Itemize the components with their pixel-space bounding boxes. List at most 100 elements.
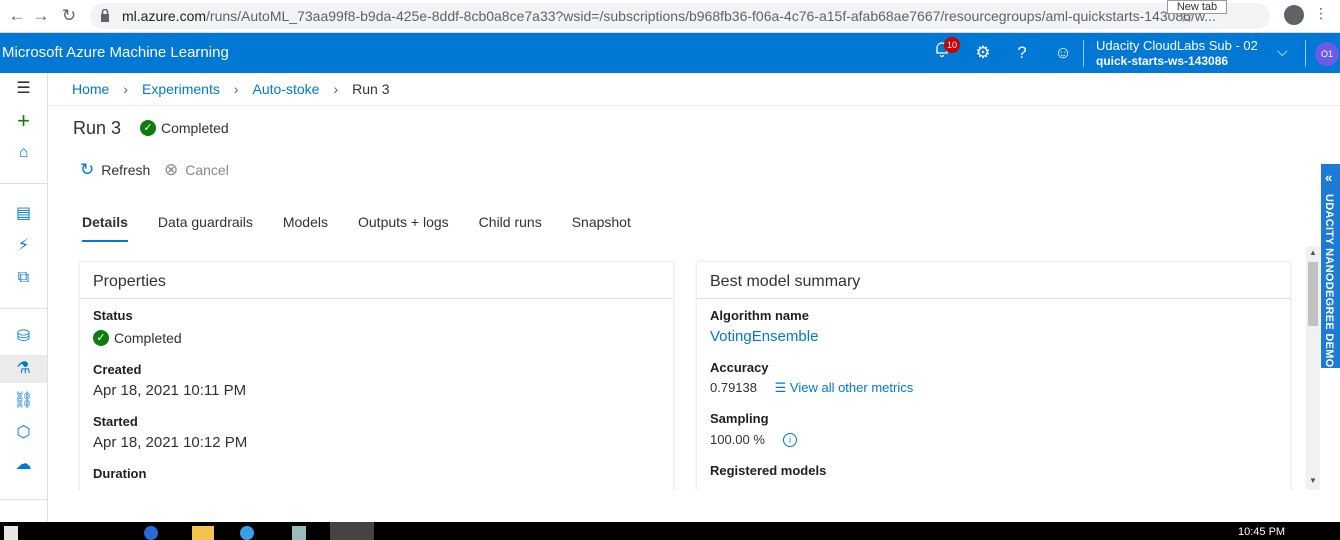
tab-details[interactable]: Details <box>82 214 128 242</box>
rail-divider <box>0 499 47 500</box>
cancel-label: Cancel <box>185 162 229 178</box>
new-tab-tooltip: New tab <box>1167 0 1227 14</box>
run-tabs: Details Data guardrails Models Outputs +… <box>82 214 661 242</box>
windows-start-icon[interactable] <box>4 526 18 540</box>
checkmark-icon: ✓ <box>93 330 109 346</box>
back-arrow-icon[interactable]: ← <box>6 5 28 27</box>
browser-toolbar: ← → ↻ ml.azure.com/runs/AutoML_73aa99f8-… <box>0 0 1340 33</box>
gear-icon[interactable]: ⚙ <box>971 41 995 65</box>
pipelines-icon[interactable]: ⛓ <box>0 387 47 415</box>
hamburger-menu-icon[interactable]: ☰ <box>0 75 47 103</box>
list-icon: ☰ <box>774 380 787 395</box>
endpoints-cloud-icon[interactable]: ☁ <box>0 451 47 479</box>
properties-card: Properties Status ✓ Completed Created Ap… <box>80 262 673 490</box>
breadcrumb: Home › Experiments › Auto-stoke › Run 3 <box>72 81 389 97</box>
view-metrics-link[interactable]: ☰ View all other metrics <box>775 380 914 395</box>
breadcrumb-divider <box>48 105 1340 106</box>
feedback-smiley-icon[interactable]: ☺ <box>1051 41 1075 65</box>
models-cube-icon[interactable]: ⬡ <box>0 419 47 447</box>
chevron-right-icon: › <box>233 81 239 97</box>
os-taskbar: 10:45 PM <box>0 522 1340 540</box>
automl-icon[interactable]: ⚡ <box>0 232 47 260</box>
created-label: Created <box>93 362 142 377</box>
duration-label: Duration <box>93 466 147 481</box>
left-nav-rail: ☰ + ⌂ ▤ ⚡ ⧉ ⛁ ⚗ ⛓ ⬡ ☁ <box>0 73 48 522</box>
status-value: ✓ Completed <box>93 330 182 346</box>
refresh-label: Refresh <box>101 162 151 178</box>
card-divider <box>697 298 1290 299</box>
udacity-badge-label: UDACITY NANODEGREE DEMO <box>1323 194 1335 368</box>
reload-icon[interactable]: ↻ <box>58 5 80 27</box>
rail-divider <box>0 308 47 309</box>
forward-arrow-icon[interactable]: → <box>30 5 52 27</box>
accuracy-value: 0.79138 <box>710 380 757 395</box>
tab-outputs-logs[interactable]: Outputs + logs <box>358 214 449 230</box>
double-chevron-left-icon: « <box>1325 170 1333 185</box>
address-bar[interactable]: ml.azure.com/runs/AutoML_73aa99f8-b9da-4… <box>90 3 1270 29</box>
scroll-down-icon[interactable]: ▼ <box>1309 476 1317 485</box>
scroll-up-icon[interactable]: ▲ <box>1309 248 1317 257</box>
sampling-row: 100.00 % i <box>710 432 797 447</box>
algorithm-link[interactable]: VotingEnsemble <box>710 328 818 345</box>
cancel-button[interactable]: ⊗ Cancel <box>164 160 229 180</box>
best-model-title: Best model summary <box>710 273 861 290</box>
app-icon[interactable] <box>240 526 254 540</box>
breadcrumb-experiment[interactable]: Auto-stoke <box>253 81 320 97</box>
help-icon[interactable]: ? <box>1010 41 1034 65</box>
card-divider <box>80 298 673 299</box>
account-workspace: quick-starts-ws-143086 <box>1096 54 1229 68</box>
notification-count-badge: 10 <box>944 37 960 53</box>
refresh-button[interactable]: ↻ Refresh <box>80 160 150 180</box>
file-explorer-icon[interactable] <box>192 526 214 540</box>
chevron-down-icon[interactable]: ⌵ <box>1277 43 1288 60</box>
breadcrumb-experiments[interactable]: Experiments <box>142 81 220 97</box>
account-subscription: Udacity CloudLabs Sub - 02 <box>1096 38 1258 53</box>
home-icon[interactable]: ⌂ <box>0 139 47 167</box>
status-badge: ✓ Completed <box>140 120 229 136</box>
accuracy-label: Accuracy <box>710 360 769 375</box>
experiments-flask-icon[interactable]: ⚗ <box>0 355 47 383</box>
notebook-icon[interactable]: ▤ <box>0 200 47 228</box>
app-icon[interactable] <box>292 526 306 540</box>
status-text: Completed <box>161 120 229 136</box>
best-model-card: Best model summary Algorithm name Voting… <box>697 262 1290 490</box>
account-switcher[interactable]: Udacity CloudLabs Sub - 02 quick-starts-… <box>1096 38 1258 68</box>
accuracy-row: 0.79138 ☰ View all other metrics <box>710 380 913 396</box>
cancel-icon: ⊗ <box>164 160 179 179</box>
started-value: Apr 18, 2021 10:12 PM <box>93 434 248 451</box>
header-divider <box>1305 40 1306 67</box>
sampling-value: 100.00 % <box>710 432 765 447</box>
sampling-label: Sampling <box>710 411 769 426</box>
status-label: Status <box>93 308 133 323</box>
designer-icon[interactable]: ⧉ <box>0 264 47 292</box>
plus-icon[interactable]: + <box>0 107 47 135</box>
udacity-side-badge[interactable]: « UDACITY NANODEGREE DEMO <box>1321 164 1340 368</box>
lock-icon <box>101 9 109 22</box>
tab-child-runs[interactable]: Child runs <box>479 214 542 230</box>
chrome-taskbar-icon[interactable] <box>330 522 374 540</box>
datasets-icon[interactable]: ⛁ <box>0 323 47 351</box>
breadcrumb-home[interactable]: Home <box>72 81 109 97</box>
avatar[interactable]: O1 <box>1315 42 1339 66</box>
details-content: Properties Status ✓ Completed Created Ap… <box>48 244 1320 490</box>
chevron-right-icon: › <box>333 81 339 97</box>
tab-data-guardrails[interactable]: Data guardrails <box>158 214 253 230</box>
app-title[interactable]: Microsoft Azure Machine Learning <box>2 44 229 61</box>
algorithm-label: Algorithm name <box>710 308 809 323</box>
info-icon[interactable]: i <box>782 433 797 447</box>
header-divider <box>1083 40 1084 67</box>
rail-divider <box>0 183 47 184</box>
url-text: ml.azure.com/runs/AutoML_73aa99f8-b9da-4… <box>122 8 1216 24</box>
refresh-icon: ↻ <box>80 160 95 179</box>
tab-snapshot[interactable]: Snapshot <box>572 214 631 230</box>
checkmark-icon: ✓ <box>140 120 156 136</box>
scroll-thumb[interactable] <box>1308 262 1318 326</box>
properties-title: Properties <box>93 273 166 290</box>
more-icon[interactable]: ⋮ <box>1314 5 1328 22</box>
browser-edge-icon[interactable] <box>144 526 158 540</box>
content-scrollbar[interactable]: ▲ ▼ <box>1306 246 1320 490</box>
profile-icon[interactable] <box>1284 5 1304 25</box>
started-label: Started <box>93 414 138 429</box>
chevron-right-icon: › <box>123 81 129 97</box>
tab-models[interactable]: Models <box>283 214 328 230</box>
